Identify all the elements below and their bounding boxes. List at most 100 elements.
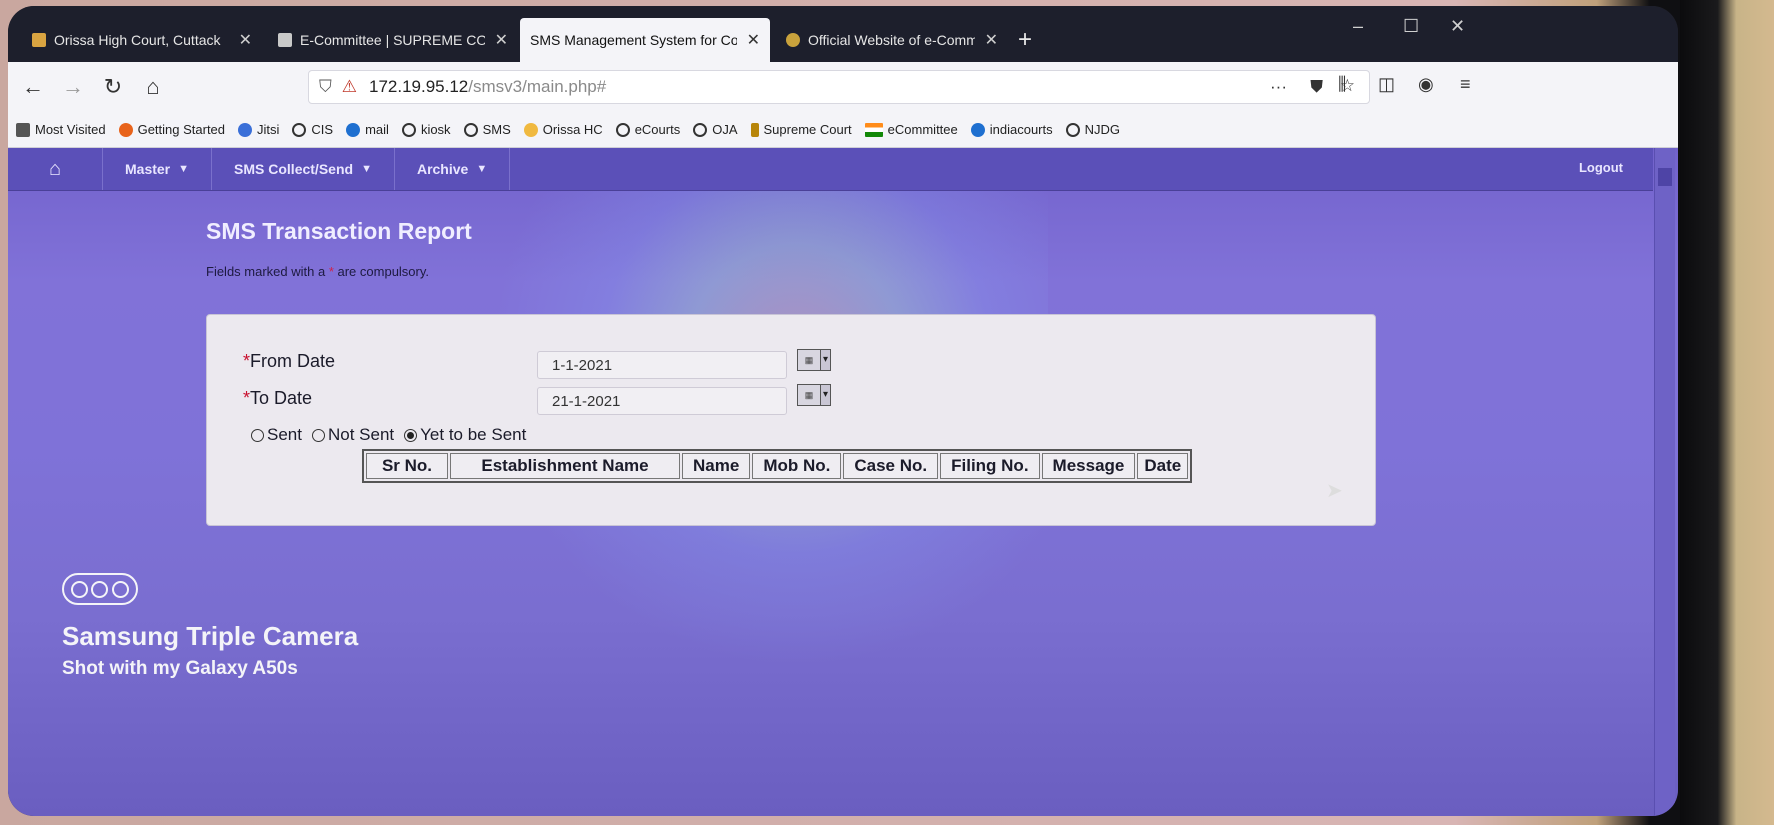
url-bar[interactable]: ⛉ ⚠ 172.19.95.12 /smsv3/main.php# ··· ⛊ … [308,70,1370,104]
page-actions-icon[interactable]: ··· [1270,77,1287,97]
bookmark-label: kiosk [420,122,451,137]
col-date: Date [1137,453,1189,479]
radio-label: Not Sent [327,425,395,444]
from-date-input[interactable] [537,351,787,379]
tab-orissa-high-court[interactable]: Orissa High Court, Cuttack ✕ [22,18,262,62]
triple-camera-icon [62,573,138,605]
library-icon[interactable]: ⫼ [1338,74,1346,95]
mouse-cursor-icon: ➤ [1326,480,1343,502]
col-establishment-name: Establishment Name [450,453,680,479]
bookmark-label: indiacourts [989,122,1053,137]
radio-circle[interactable] [251,428,264,442]
web-page: ⌂ Master ▼ SMS Collect/Send ▼ Archive ▼ … [8,148,1678,816]
from-date-calendar-button[interactable]: ▦ ▾ [797,349,831,371]
menu-sms-collect-send[interactable]: SMS Collect/Send ▼ [212,148,395,190]
chevron-down-icon: ▼ [178,163,190,175]
menu-master[interactable]: Master ▼ [103,148,213,190]
menu-sms-label: SMS Collect/Send [234,161,354,177]
bookmark-label: NJDG [1084,122,1121,137]
radio-not-sent[interactable]: Not Sent [311,425,395,445]
monitor-bezel [1680,0,1774,825]
close-icon[interactable]: ✕ [495,30,508,50]
bookmark-supreme-court[interactable]: Supreme Court [750,122,852,137]
bookmark-label: Supreme Court [763,122,852,137]
bookmark-most-visited[interactable]: Most Visited [16,122,106,137]
maximize-icon[interactable]: ☐ [1403,16,1419,37]
bookmark-getting-started[interactable]: Getting Started [118,122,226,137]
close-icon[interactable]: ✕ [985,30,998,50]
bookmark-kiosk[interactable]: kiosk [401,122,451,137]
bookmark-label: Getting Started [137,122,226,137]
from-date-label: *From Date [243,351,335,372]
bookmark-ecommittee[interactable]: eCommittee [864,122,958,137]
ecommittee-favicon-icon [278,33,292,47]
close-icon[interactable]: ✕ [239,30,252,50]
bookmark-njdg[interactable]: NJDG [1065,122,1121,137]
tab-strip: Orissa High Court, Cuttack ✕ E-Committee… [8,6,1678,62]
bookmark-indiacourts[interactable]: indiacourts [970,122,1053,137]
insecure-lock-icon: ⚠ [341,77,357,96]
page-title: SMS Transaction Report [206,218,472,244]
calendar-icon: ▦ [798,385,821,405]
tab-label: SMS Management System for Cou [530,32,737,48]
from-date-text: From Date [250,351,336,371]
bookmark-label: Most Visited [35,122,106,137]
mail-icon [346,122,361,137]
scrollbar-thumb[interactable] [1658,168,1672,186]
menu-icon[interactable]: ≡ [1460,74,1471,95]
menu-master-label: Master [125,161,171,177]
firefox-icon [118,122,133,137]
bookmark-label: eCourts [634,122,681,137]
col-filing-no: Filing No. [940,453,1040,479]
bookmark-orissa-hc[interactable]: Orissa HC [523,122,603,137]
emblem-favicon-icon [786,33,800,47]
bookmark-label: mail [365,122,389,137]
browser-window: Orissa High Court, Cuttack ✕ E-Committee… [8,6,1678,816]
watermark-title: Samsung Triple Camera [62,621,359,651]
pocket-icon[interactable]: ⛊ [1310,77,1323,97]
logout-link[interactable]: Logout [1579,160,1623,175]
window-close-icon[interactable]: ✕ [1450,16,1465,37]
home-menu-icon[interactable]: ⌂ [8,148,103,190]
menu-archive-label: Archive [416,161,469,177]
bookmark-label: OJA [712,122,738,137]
account-icon[interactable]: ◉ [1418,74,1434,95]
bookmark-cis[interactable]: CIS [292,122,333,137]
reload-icon[interactable]: ↻ [98,74,128,100]
forward-icon[interactable]: → [58,74,88,100]
page-scrollbar[interactable] [1654,148,1675,816]
sidebar-icon[interactable]: ◫ [1378,74,1395,95]
required-star: * [243,351,251,371]
note-text: Fields marked with a [206,264,329,279]
tab-label: Official Website of e-Committ [808,32,975,48]
home-icon[interactable]: ⌂ [138,74,168,100]
top-menu: ⌂ Master ▼ SMS Collect/Send ▼ Archive ▼ … [8,148,1653,191]
to-date-calendar-button[interactable]: ▦ ▾ [797,384,831,406]
tab-e-committee[interactable]: E-Committee | SUPREME COU ✕ [268,18,518,62]
radio-sent[interactable]: Sent [251,425,302,445]
bookmark-sms[interactable]: SMS [463,122,511,137]
radio-yet-to-be-sent[interactable]: Yet to be Sent [404,425,526,445]
bookmark-ecourts[interactable]: eCourts [615,122,681,137]
col-message: Message [1041,453,1136,479]
bookmark-oja[interactable]: OJA [693,122,738,137]
menu-archive[interactable]: Archive ▼ [395,148,511,190]
bookmark-mail[interactable]: mail [346,122,389,137]
radio-label: Sent [267,425,302,444]
note-text-end: are compulsory. [333,264,430,279]
url-host: 172.19.95.12 [369,77,469,96]
to-date-input[interactable] [537,387,787,415]
indiacourts-icon [970,122,985,137]
shield-icon: ⛉ [319,77,332,96]
close-icon[interactable]: ✕ [747,30,760,50]
tab-label: Orissa High Court, Cuttack [54,32,221,48]
minimize-icon[interactable]: – [1353,16,1363,37]
back-icon[interactable]: ← [18,74,48,100]
new-tab-icon[interactable]: + [1018,26,1032,54]
bookmark-jitsi[interactable]: Jitsi [238,122,279,137]
radio-circle[interactable] [311,428,325,442]
tab-sms-management[interactable]: SMS Management System for Cou ✕ [520,18,770,62]
tab-official-website[interactable]: Official Website of e-Committ ✕ [776,18,1008,62]
radio-circle-selected[interactable] [404,428,418,442]
india-flag-icon [864,122,883,137]
